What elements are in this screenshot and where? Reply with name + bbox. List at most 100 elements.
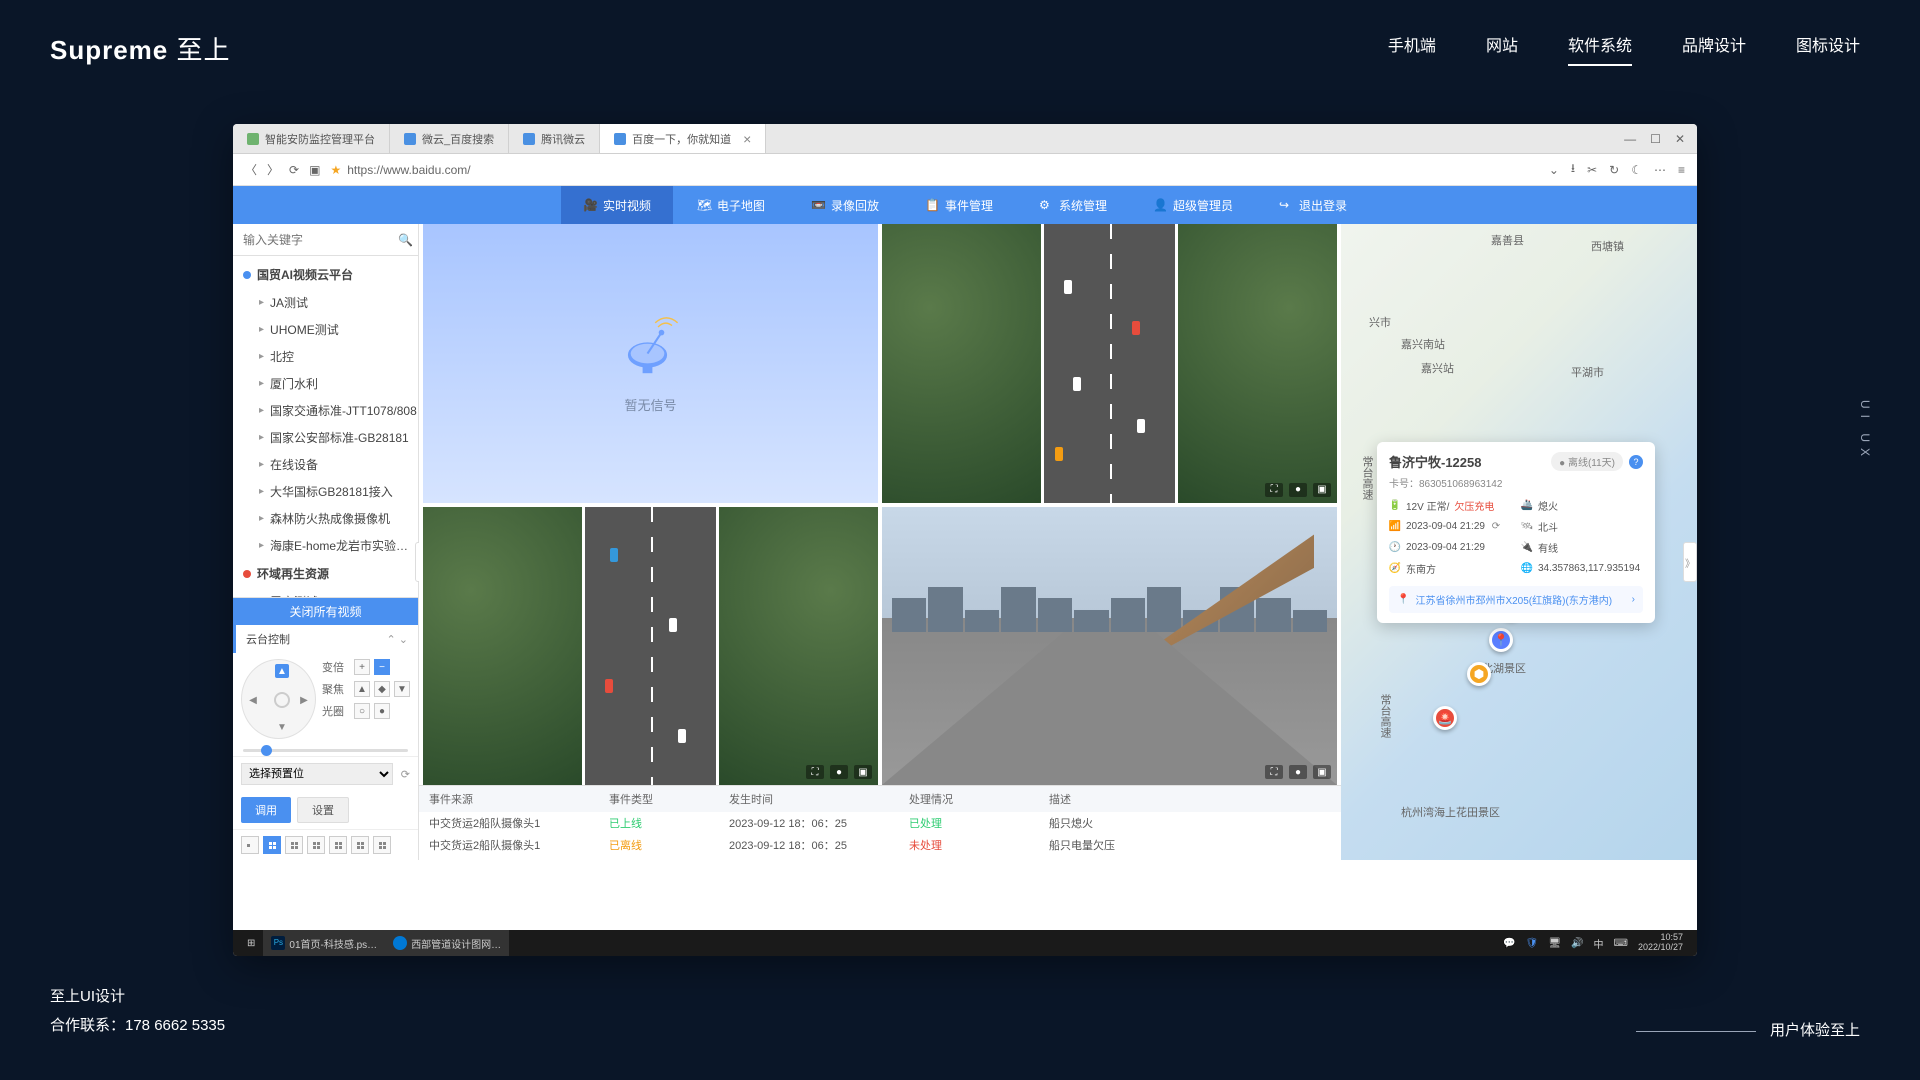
popup-address[interactable]: 📍 江苏省徐州市邳州市X205(红旗路)(东方港内) › <box>1389 586 1643 613</box>
table-row[interactable]: 中交货运2船队摄像头1已上线2023-09-12 18：06：25已处理船只熄火 <box>419 812 1341 834</box>
record-icon[interactable]: ▣ <box>854 765 872 779</box>
focus-auto-button[interactable]: ◆ <box>374 681 390 697</box>
map-panel[interactable]: 嘉善县西塘镇兴市嘉兴南站嘉兴站平湖市常台高速白塔山南北湖景区常台高速杭州湾海上花… <box>1341 224 1697 860</box>
preset-select[interactable]: 选择预置位 <box>241 763 393 785</box>
outer-nav-item[interactable]: 图标设计 <box>1796 32 1860 66</box>
nav-back-icon[interactable]: 〈 <box>245 161 257 178</box>
browser-tab[interactable]: 腾讯微云 <box>509 124 600 153</box>
record-icon[interactable]: ▣ <box>1313 765 1331 779</box>
nav-read-icon[interactable]: ▣ <box>309 163 320 177</box>
menu-icon[interactable]: ⋯ <box>1654 163 1666 177</box>
ptz-speed-slider[interactable] <box>243 749 408 752</box>
info-icon[interactable]: ? <box>1629 455 1643 469</box>
table-row[interactable]: 中交货运2船队摄像头1已上线2023-09-12 18：06：25已处理船只熄火 <box>419 856 1341 860</box>
layout-9-button[interactable] <box>329 836 347 854</box>
set-preset-button[interactable]: 设置 <box>297 797 349 823</box>
nav-reload-icon[interactable]: ⟳ <box>289 163 299 177</box>
toolbar-item[interactable]: 👤超级管理员 <box>1131 186 1255 224</box>
tray-ime-icon[interactable]: 中 <box>1594 936 1604 951</box>
browser-tab[interactable]: 智能安防监控管理平台 <box>233 124 390 153</box>
more-icon[interactable]: ≡ <box>1678 163 1685 177</box>
url-text[interactable]: https://www.baidu.com/ <box>347 163 470 177</box>
toolbar-item[interactable]: 🎥实时视频 <box>561 186 673 224</box>
ptz-up-button[interactable]: ▲ <box>275 664 289 678</box>
ptz-right-button[interactable]: ▶ <box>297 693 311 707</box>
tree-root-1[interactable]: 国贸AI视频云平台 <box>233 260 418 289</box>
map-marker-orange[interactable]: ⬢ <box>1467 662 1491 686</box>
layout-1-button[interactable] <box>241 836 259 854</box>
tree-item[interactable]: ▸森林防火热成像摄像机 <box>233 505 418 532</box>
outer-nav-item[interactable]: 软件系统 <box>1568 32 1632 66</box>
video-cell-2[interactable]: ⛶ ● ▣ <box>882 224 1337 503</box>
fullscreen-icon[interactable]: ⛶ <box>1265 483 1283 497</box>
ptz-center-button[interactable] <box>274 692 290 708</box>
map-expand-button[interactable]: 》 <box>1683 542 1697 582</box>
taskbar-clock[interactable]: 10:572022/10/27 <box>1638 933 1683 953</box>
start-button[interactable]: ⊞ <box>239 930 263 956</box>
tree-item[interactable]: ▸在线设备 <box>233 451 418 478</box>
iris-open-button[interactable]: ○ <box>354 703 370 719</box>
tree-item[interactable]: ▸JA测试 <box>233 289 418 316</box>
tray-wechat-icon[interactable]: 💬 <box>1503 938 1515 949</box>
window-min-button[interactable]: — <box>1624 132 1636 146</box>
dropdown-icon[interactable]: ⌄ <box>1549 163 1559 177</box>
layout-more-button[interactable] <box>373 836 391 854</box>
focus-near-button[interactable]: ▲ <box>354 681 370 697</box>
call-preset-button[interactable]: 调用 <box>241 797 291 823</box>
toolbar-item[interactable]: ↪退出登录 <box>1257 186 1369 224</box>
tab-close-icon[interactable]: × <box>743 131 751 147</box>
snapshot-icon[interactable]: ● <box>830 765 848 779</box>
ptz-down-button[interactable]: ▼ <box>275 720 289 734</box>
tray-volume-icon[interactable]: 🔊 <box>1571 938 1583 949</box>
video-cell-1[interactable]: 暂无信号 <box>423 224 878 503</box>
tray-shield-icon[interactable]: 🛡 <box>1526 938 1539 949</box>
fullscreen-icon[interactable]: ⛶ <box>1265 765 1283 779</box>
tray-network-icon[interactable]: 🖥 <box>1548 938 1561 949</box>
layout-8-button[interactable] <box>307 836 325 854</box>
tree-item[interactable]: ▸雪亮测试 <box>233 588 418 597</box>
map-marker-red[interactable]: 🚨 <box>1433 706 1457 730</box>
video-cell-4[interactable]: ⛶ ● ▣ <box>882 507 1337 786</box>
tree-item[interactable]: ▸海康E-home龙岩市实验… <box>233 532 418 559</box>
zoom-in-button[interactable]: + <box>354 659 370 675</box>
ptz-collapse-icon[interactable]: ⌃ ⌄ <box>387 633 409 646</box>
refresh-icon[interactable]: ⟳ <box>1490 521 1502 533</box>
screenshot-icon[interactable]: ✂ <box>1587 163 1597 177</box>
nav-forward-icon[interactable]: 〉 <box>267 161 279 178</box>
tree-root-2[interactable]: 环域再生资源 <box>233 559 418 588</box>
toolbar-item[interactable]: 🗺电子地图 <box>675 186 787 224</box>
fullscreen-icon[interactable]: ⛶ <box>806 765 824 779</box>
tree-item[interactable]: ▸UHOME测试 <box>233 316 418 343</box>
search-icon[interactable]: 🔍 <box>398 233 413 247</box>
extension-icon[interactable]: ↻ <box>1609 163 1619 177</box>
snapshot-icon[interactable]: ● <box>1289 765 1307 779</box>
close-all-button[interactable]: 关闭所有视频 <box>233 598 418 625</box>
browser-tab[interactable]: 百度一下，你就知道× <box>600 124 766 153</box>
toolbar-item[interactable]: 📋事件管理 <box>903 186 1015 224</box>
tree-item[interactable]: ▸国家公安部标准-GB28181 <box>233 424 418 451</box>
table-row[interactable]: 中交货运2船队摄像头1已离线2023-09-12 18：06：25未处理船只电量… <box>419 834 1341 856</box>
tray-keyboard-icon[interactable]: ⌨ <box>1614 938 1628 949</box>
map-marker-pin[interactable]: 📍 <box>1489 628 1513 652</box>
search-input[interactable] <box>243 233 398 247</box>
window-max-button[interactable]: ☐ <box>1650 132 1661 146</box>
tree-item[interactable]: ▸厦门水利 <box>233 370 418 397</box>
taskbar-app-1[interactable]: Ps01首页-科技感.ps… <box>263 930 385 956</box>
layout-4-button[interactable] <box>263 836 281 854</box>
outer-nav-item[interactable]: 品牌设计 <box>1682 32 1746 66</box>
ptz-left-button[interactable]: ◀ <box>246 693 260 707</box>
preset-refresh-icon[interactable]: ⟳ <box>401 768 410 781</box>
zoom-out-button[interactable]: − <box>374 659 390 675</box>
outer-nav-item[interactable]: 网站 <box>1486 32 1518 66</box>
record-icon[interactable]: ▣ <box>1313 483 1331 497</box>
window-close-button[interactable]: ✕ <box>1675 132 1685 146</box>
layout-6-button[interactable] <box>285 836 303 854</box>
outer-nav-item[interactable]: 手机端 <box>1388 32 1436 66</box>
toolbar-item[interactable]: ⚙系统管理 <box>1017 186 1129 224</box>
favorite-icon[interactable]: ★ <box>330 163 341 177</box>
tree-item[interactable]: ▸北控 <box>233 343 418 370</box>
iris-close-button[interactable]: ● <box>374 703 390 719</box>
snapshot-icon[interactable]: ● <box>1289 483 1307 497</box>
focus-far-button[interactable]: ▼ <box>394 681 410 697</box>
layout-16-button[interactable] <box>351 836 369 854</box>
